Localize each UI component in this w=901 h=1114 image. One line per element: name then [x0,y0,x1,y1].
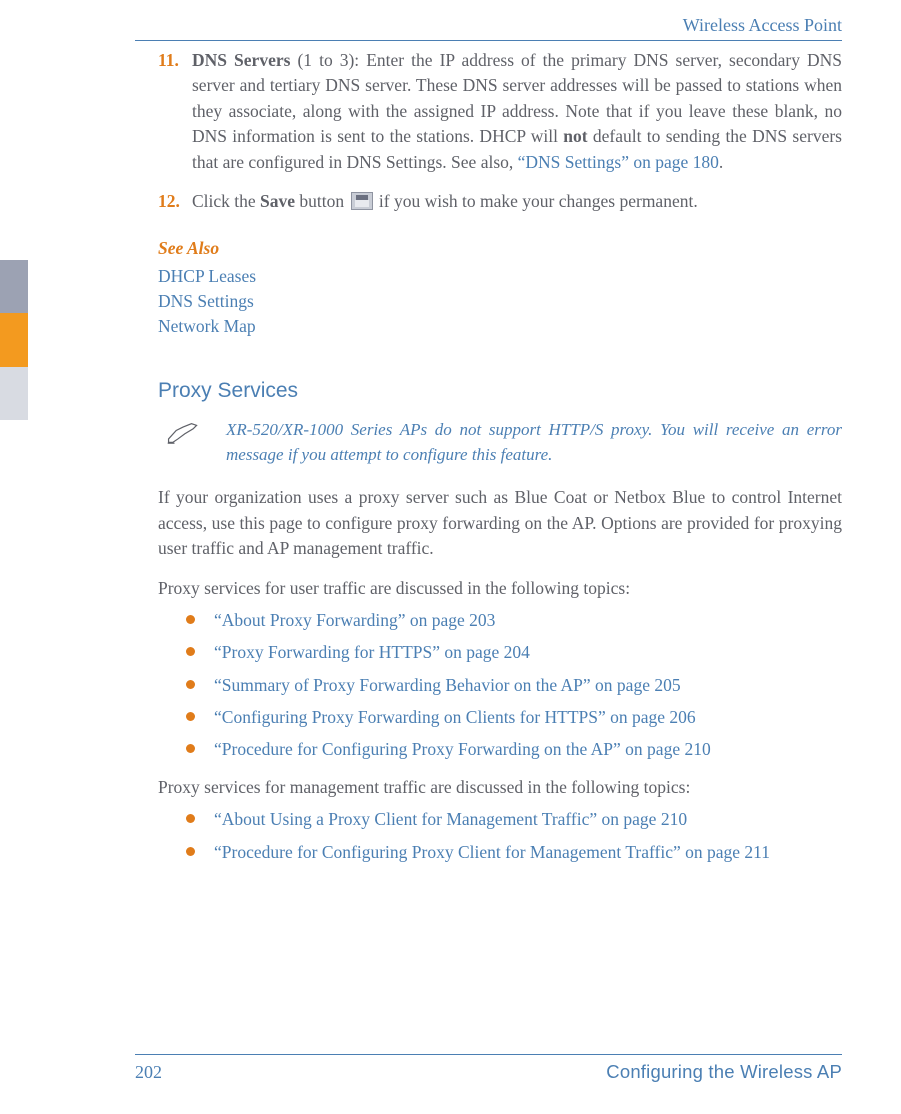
thumb-tab [0,260,28,420]
step-body: Click the Save button if you wish to mak… [192,189,842,214]
user-topics-list: “About Proxy Forwarding” on page 203 “Pr… [186,608,842,763]
link-dns-settings-2[interactable]: DNS Settings [158,289,842,314]
link-dhcp-leases[interactable]: DHCP Leases [158,264,842,289]
paragraph-user-topics-intro: Proxy services for user traffic are disc… [158,576,842,601]
mgmt-topics-list: “About Using a Proxy Client for Manageme… [186,807,842,865]
header-title: Wireless Access Point [135,12,842,38]
link-procedure-forwarding-ap[interactable]: “Procedure for Configuring Proxy Forward… [186,737,842,762]
step-post: if you wish to make your changes permane… [375,191,698,211]
paragraph-intro: If your organization uses a proxy server… [158,485,842,561]
link-about-proxy-forwarding[interactable]: “About Proxy Forwarding” on page 203 [186,608,842,633]
step-range: (1 to 3): [290,50,366,70]
see-also-heading: See Also [158,236,842,261]
writing-hand-icon [166,430,200,450]
step-tail: . [719,152,723,172]
note-block: XR-520/XR-1000 Series APs do not support… [166,418,842,467]
step-12: 12. Click the Save button if you wish to… [158,189,842,214]
step-number: 12. [158,189,192,214]
save-label: Save [260,191,295,211]
link-config-forwarding-clients-https[interactable]: “Configuring Proxy Forwarding on Clients… [186,705,842,730]
footer-rule [135,1054,842,1055]
see-also-list: DHCP Leases DNS Settings Network Map [158,264,842,340]
page-footer: 202 Configuring the Wireless AP [135,1054,842,1086]
step-body: DNS Servers (1 to 3): Enter the IP addre… [192,48,842,175]
section-heading-proxy-services: Proxy Services [158,376,842,406]
link-procedure-proxy-client-mgmt[interactable]: “Procedure for Configuring Proxy Client … [186,840,842,865]
link-about-proxy-client-mgmt[interactable]: “About Using a Proxy Client for Manageme… [186,807,842,832]
link-proxy-forwarding-https[interactable]: “Proxy Forwarding for HTTPS” on page 204 [186,640,842,665]
link-summary-proxy-behavior[interactable]: “Summary of Proxy Forwarding Behavior on… [186,673,842,698]
page-number: 202 [135,1059,162,1085]
step-title: DNS Servers [192,50,290,70]
step-pre: Click the [192,191,260,211]
step-number: 11. [158,48,192,175]
footer-chapter-title: Configuring the Wireless AP [606,1059,842,1086]
link-dns-settings[interactable]: “DNS Settings” on page 180 [518,152,719,172]
header-rule [135,40,842,41]
page-body: 11. DNS Servers (1 to 3): Enter the IP a… [158,48,842,877]
emphasis-not: not [563,126,587,146]
link-network-map[interactable]: Network Map [158,314,842,339]
paragraph-mgmt-topics-intro: Proxy services for management traffic ar… [158,775,842,800]
step-11: 11. DNS Servers (1 to 3): Enter the IP a… [158,48,842,175]
save-disk-icon [351,192,373,210]
note-text: XR-520/XR-1000 Series APs do not support… [226,418,842,467]
step-mid: button [295,191,348,211]
page-header: Wireless Access Point [135,12,842,41]
